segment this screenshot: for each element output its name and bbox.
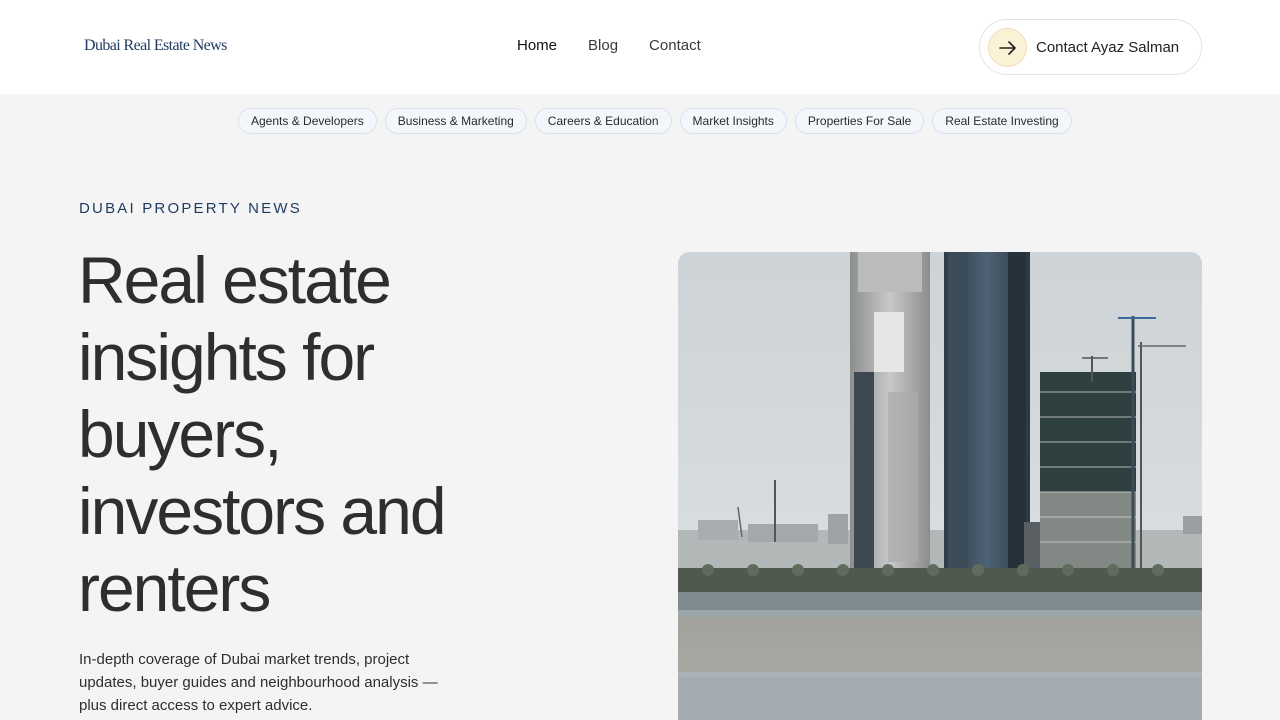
category-chip-careers-education[interactable]: Careers & Education xyxy=(534,108,672,134)
hero-skyline-photo xyxy=(678,252,1202,720)
category-chip-agents-developers[interactable]: Agents & Developers xyxy=(238,108,377,134)
hero-intro-text: In-depth coverage of Dubai market trends… xyxy=(79,651,438,714)
category-chip-real-estate-investing[interactable]: Real Estate Investing xyxy=(932,108,1072,134)
category-chip-business-marketing[interactable]: Business & Marketing xyxy=(384,108,527,134)
category-chip-market-insights[interactable]: Market Insights xyxy=(679,108,787,134)
category-chip-properties-for-sale[interactable]: Properties For Sale xyxy=(794,108,925,134)
contact-button-label: Contact Ayaz Salman xyxy=(1036,39,1180,56)
site-header: Dubai Real Estate News Home Blog Contact… xyxy=(0,0,1280,94)
main-nav: Home Blog Contact xyxy=(517,37,732,54)
hero-eyebrow: DUBAI PROPERTY NEWS xyxy=(79,200,302,217)
nav-contact-link[interactable]: Contact xyxy=(649,37,701,54)
category-filter-bar: Agents & Developers Business & Marketing… xyxy=(238,108,1080,134)
nav-blog-link[interactable]: Blog xyxy=(588,37,618,54)
arrow-right-icon xyxy=(988,28,1027,67)
nav-home-link[interactable]: Home xyxy=(517,37,557,54)
hero-headline: Real estate insights for buyers, investo… xyxy=(78,243,447,625)
site-logo[interactable]: Dubai Real Estate News xyxy=(84,37,227,55)
contact-ayaz-button[interactable]: Contact Ayaz Salman xyxy=(979,19,1202,75)
